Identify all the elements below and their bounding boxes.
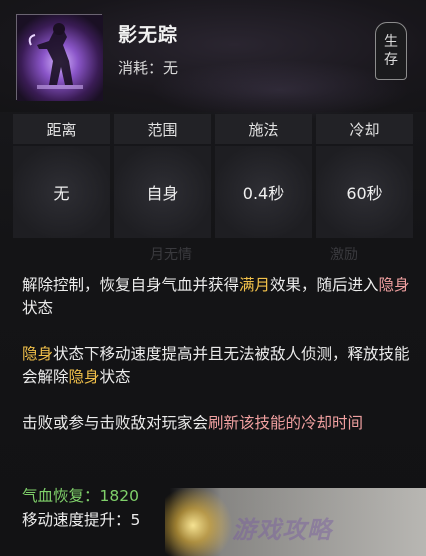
watermark-logo-icon	[165, 488, 235, 556]
effect-value: 1820	[99, 487, 139, 505]
skill-type-badge: 生 存	[375, 22, 407, 80]
skill-description: 解除控制，恢复自身气血并获得满月效果，随后进入隐身状态 隐身状态下移动速度提高并…	[22, 274, 412, 435]
skill-name: 影无踪	[118, 24, 179, 46]
badge-char-1: 生	[384, 34, 398, 50]
stat-area: 范围 自身	[114, 114, 211, 238]
stat-value: 0.4秒	[215, 146, 312, 238]
effect-move-speed: 移动速度提升：5	[22, 508, 140, 530]
stat-cast: 施法 0.4秒	[215, 114, 312, 238]
stat-label: 冷却	[316, 114, 413, 144]
effect-hp-restore: 气血恢复：1820	[22, 484, 139, 506]
cost-value: 无	[163, 59, 179, 77]
badge-char-2: 存	[384, 52, 398, 68]
faded-background-text: 激励	[330, 247, 358, 263]
effect-value: 5	[130, 511, 141, 529]
effect-label: 移动速度提升：	[22, 511, 131, 529]
stat-value: 自身	[114, 146, 211, 238]
effect-label: 气血恢复：	[22, 487, 100, 505]
stat-label: 距离	[13, 114, 110, 144]
stat-label: 施法	[215, 114, 312, 144]
faded-background-text: 月无情	[150, 247, 192, 263]
desc-paragraph-2: 隐身状态下移动速度提高并且无法被敌人侦测，释放技能会解除隐身状态	[22, 345, 410, 386]
stat-label: 范围	[114, 114, 211, 144]
desc-paragraph-1: 解除控制，恢复自身气血并获得满月效果，随后进入隐身状态	[22, 276, 410, 317]
desc-paragraph-3: 击败或参与击败敌对玩家会刷新该技能的冷却时间	[22, 414, 364, 432]
skill-icon	[16, 14, 103, 101]
stats-table: 距离 无 范围 自身 施法 0.4秒 冷却 60秒	[13, 114, 413, 238]
skill-tooltip: 影无踪 消耗：无 生 存 距离 无 范围 自身 施法 0.4秒 冷却 60秒 月…	[0, 0, 426, 556]
stat-value: 无	[13, 146, 110, 238]
stat-range: 距离 无	[13, 114, 110, 238]
stat-cooldown: 冷却 60秒	[316, 114, 413, 238]
watermark-text: 游戏攻略	[232, 516, 332, 544]
stat-value: 60秒	[316, 146, 413, 238]
skill-cost: 消耗：无	[118, 57, 178, 78]
cost-label: 消耗：	[118, 59, 164, 77]
